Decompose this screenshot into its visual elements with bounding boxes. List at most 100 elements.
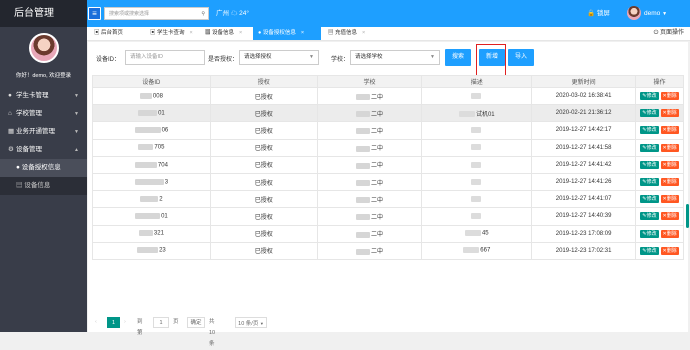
tab-student-card[interactable]: ▣ 学生卡查询 ×	[145, 27, 200, 40]
desc-cell	[421, 207, 533, 226]
user-menu[interactable]: demo ▼	[627, 0, 667, 28]
auth-cell: 已授权	[209, 155, 318, 174]
sidebar-item-device-info[interactable]: ▤ 设备信息	[0, 177, 87, 195]
actions-cell: ✎修改 ✕删除	[635, 190, 684, 209]
auth-cell: 已授权	[209, 190, 318, 209]
tab-home[interactable]: ▣ 后台首页	[89, 27, 145, 40]
delete-button[interactable]: ✕删除	[660, 229, 679, 238]
auth-label: 是否授权：	[208, 57, 239, 63]
table-row[interactable]: 705 已授权 二中 2019-12-27 14:41:58 ✎修改 ✕删除	[92, 138, 684, 157]
close-icon[interactable]: ×	[362, 30, 365, 36]
sidebar-item-school[interactable]: ⌂ 学校管理 ▼	[0, 105, 87, 123]
monitor-icon: ▣	[150, 30, 158, 36]
auth-cell: 已授权	[209, 207, 318, 226]
delete-button[interactable]: ✕删除	[660, 143, 679, 152]
tab-bar: ▣ 后台首页 ▣ 学生卡查询 × ▩ 设备信息 × ● 设备授权信息 × ▤ 充值信息…	[87, 27, 690, 41]
page-actions-button[interactable]: ⏻ 页面操作	[654, 27, 684, 40]
home-icon: ⌂	[8, 110, 12, 117]
table-row[interactable]: 23 已授权 二中 667 2019-12-23 17:02:31 ✎修改 ✕删除	[92, 241, 684, 260]
redacted-block	[355, 162, 370, 169]
edit-button[interactable]: ✎修改	[640, 109, 659, 118]
edit-button[interactable]: ✎修改	[640, 178, 659, 187]
sidebar-item-device-auth[interactable]: ● 设备授权信息	[0, 159, 87, 177]
device-id-input[interactable]: 请输入设备ID	[125, 50, 205, 65]
tab-recharge[interactable]: ▤ 充值信息 ×	[323, 27, 377, 40]
edit-button[interactable]: ✎修改	[640, 92, 659, 101]
auth-cell: 已授权	[209, 104, 318, 123]
delete-button[interactable]: ✕删除	[660, 246, 679, 255]
desc-cell	[421, 190, 533, 209]
device-auth-table: 设备ID 授权 学校 描述 更新时间 操作 008 已授权 二中 2020-03-02…	[92, 75, 684, 260]
school-cell: 二中	[316, 104, 423, 123]
delete-button[interactable]: ✕删除	[660, 160, 679, 169]
time-cell: 2020-02-21 21:36:12	[531, 104, 637, 123]
auth-select[interactable]: 请选择授权 ▼	[239, 50, 319, 65]
lock-icon: 🔒	[587, 10, 596, 17]
delete-button[interactable]: ✕删除	[660, 109, 679, 118]
time-cell: 2019-12-27 14:41:07	[531, 190, 637, 209]
time-cell: 2020-03-02 16:38:41	[531, 86, 637, 106]
edit-button[interactable]: ✎修改	[640, 143, 659, 152]
chevron-down-icon: ▼	[662, 11, 668, 17]
redacted-block	[471, 178, 482, 185]
edit-button[interactable]: ✎修改	[640, 160, 659, 169]
device-id-label: 设备ID：	[96, 57, 121, 63]
delete-button[interactable]: ✕删除	[660, 92, 679, 101]
close-icon[interactable]: ×	[301, 30, 304, 36]
menu-toggle-icon[interactable]: ≡	[88, 7, 101, 20]
chevron-down-icon: ▼	[309, 54, 314, 60]
close-icon[interactable]: ×	[239, 30, 242, 36]
desc-cell	[421, 138, 533, 157]
edit-button[interactable]: ✎修改	[640, 229, 659, 238]
col-actions: 操作	[635, 75, 684, 88]
table-row[interactable]: 06 已授权 二中 2019-12-27 14:42:17 ✎修改 ✕删除	[92, 121, 684, 140]
sidebar: 后台管理 你好！demo, 欢迎登录 ● 学生卡管理 ▼ ⌂ 学校管理 ▼ ▦ 业务开通管…	[0, 0, 87, 332]
tab-device-auth[interactable]: ● 设备授权信息 ×	[253, 27, 321, 40]
lock-screen-button[interactable]: 🔒 锁屏	[587, 0, 610, 27]
edit-button[interactable]: ✎修改	[640, 246, 659, 255]
delete-button[interactable]: ✕删除	[660, 126, 679, 135]
scrollbar[interactable]	[686, 204, 689, 228]
delete-button[interactable]: ✕删除	[660, 195, 679, 204]
avatar[interactable]	[29, 33, 59, 63]
user-icon: ●	[8, 92, 12, 99]
table-row[interactable]: 01 已授权 二中 试机01 2020-02-21 21:36:12 ✎修改 ✕删除	[92, 104, 684, 123]
page-1[interactable]: 1	[107, 317, 120, 328]
sidebar-item-business[interactable]: ▦ 业务开通管理 ▼	[0, 123, 87, 141]
edit-button[interactable]: ✎修改	[640, 195, 659, 204]
table-row[interactable]: 321 已授权 二中 45 2019-12-23 17:08:09 ✎修改 ✕删除	[92, 224, 684, 243]
per-page-select[interactable]: 10 条/页 ▼	[235, 317, 267, 328]
search-button[interactable]: 搜索	[445, 49, 471, 66]
cloud-icon: ☁	[230, 10, 238, 17]
table-row[interactable]: 704 已授权 二中 2019-12-27 14:41:42 ✎修改 ✕删除	[92, 155, 684, 174]
time-cell: 2019-12-27 14:40:39	[531, 207, 637, 226]
next-page-icon[interactable]: ›	[124, 317, 132, 328]
table-row[interactable]: 008 已授权 二中 2020-03-02 16:38:41 ✎修改 ✕删除	[92, 86, 684, 106]
edit-button[interactable]: ✎修改	[640, 126, 659, 135]
redacted-block	[355, 214, 370, 221]
page-input[interactable]: 1	[153, 317, 169, 328]
school-cell: 二中	[316, 172, 423, 192]
redacted-block	[463, 247, 480, 254]
redacted-block	[355, 94, 370, 101]
close-icon[interactable]: ×	[190, 30, 193, 36]
prev-page-icon[interactable]: ‹	[95, 317, 103, 328]
table-row[interactable]: 01 已授权 二中 2019-12-27 14:40:39 ✎修改 ✕删除	[92, 207, 684, 226]
table-row[interactable]: 2 已授权 二中 2019-12-27 14:41:07 ✎修改 ✕删除	[92, 190, 684, 209]
auth-cell: 已授权	[209, 138, 318, 157]
school-select[interactable]: 请选择学校 ▼	[350, 50, 440, 65]
table-row[interactable]: 3 已授权 二中 2019-12-27 14:41:26 ✎修改 ✕删除	[92, 172, 684, 192]
tab-device-info[interactable]: ▩ 设备信息 ×	[200, 27, 253, 40]
device-id-cell: 008	[92, 86, 211, 106]
grid-icon: ▦	[8, 128, 15, 135]
import-button[interactable]: 导入	[508, 49, 534, 66]
time-cell: 2019-12-23 17:02:31	[531, 241, 637, 260]
confirm-button[interactable]: 确定	[187, 317, 205, 328]
edit-button[interactable]: ✎修改	[640, 212, 659, 221]
sidebar-item-student-card[interactable]: ● 学生卡管理 ▼	[0, 87, 87, 105]
search-input[interactable]: 搜索项或搜索选择 ⚲	[104, 7, 209, 20]
redacted-block	[134, 178, 164, 185]
sidebar-item-device[interactable]: ⚙ 设备管理 ▲	[0, 141, 87, 159]
delete-button[interactable]: ✕删除	[660, 212, 679, 221]
delete-button[interactable]: ✕删除	[660, 178, 679, 187]
